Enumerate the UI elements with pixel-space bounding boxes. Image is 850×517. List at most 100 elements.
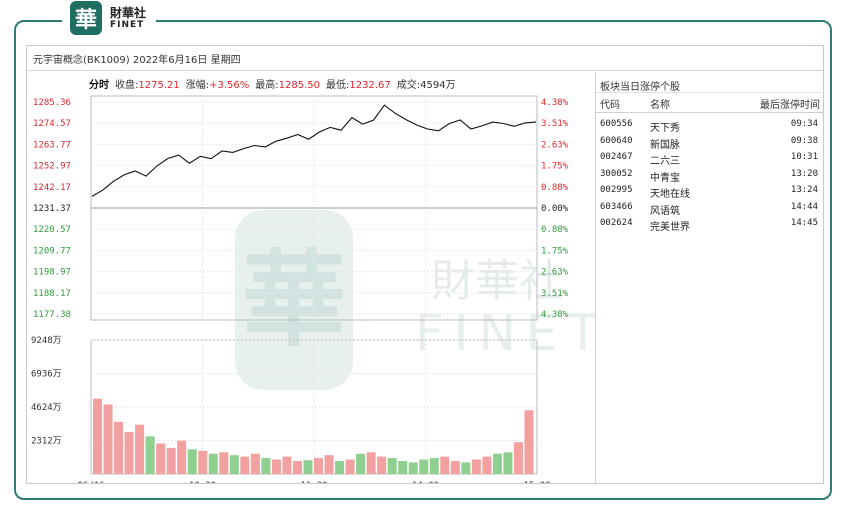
x-tick: 15:00 <box>523 481 550 483</box>
volume-bar <box>93 398 103 474</box>
volume-bar <box>450 460 460 474</box>
pct-tick: 0.88% <box>541 183 569 193</box>
volume-bar <box>124 431 134 474</box>
volume-bar <box>492 453 502 474</box>
info-chg: +3.56% <box>209 80 249 91</box>
stock-code: 002624 <box>600 218 633 228</box>
volume-bar <box>503 452 513 474</box>
price-line <box>91 104 537 197</box>
watermark-glyph: 華 <box>242 238 346 361</box>
panel-divider <box>27 70 823 71</box>
limit-time: 09:38 <box>790 135 818 146</box>
volume-bar <box>513 442 523 474</box>
panel-title: 元宇宙概念(BK1009) 2022年6月16日 星期四 <box>33 55 241 66</box>
pct-tick: 3.51% <box>541 289 569 299</box>
list-item[interactable]: 002467 二六三 10:31 <box>596 151 824 167</box>
logo-badge: 華 <box>70 1 102 35</box>
volume-bar <box>429 458 439 474</box>
stock-name: 二六三 <box>650 156 680 167</box>
x-tick: 06/16 <box>77 481 104 483</box>
info-high: 1285.50 <box>279 80 320 91</box>
volume-bar <box>145 436 155 474</box>
price-tick: 1274.57 <box>33 119 71 129</box>
stock-name: 中青宝 <box>650 172 680 184</box>
info-low: 1232.67 <box>349 80 390 91</box>
x-tick: 11:30 <box>300 481 327 483</box>
pct-tick: 3.51% <box>541 119 569 129</box>
volume-bar <box>219 452 229 474</box>
volume-bar <box>408 462 418 474</box>
list-item[interactable]: 002995 天地在线 13:24 <box>596 184 824 200</box>
volume-bar <box>377 456 387 474</box>
info-high-label: 最高: <box>255 78 278 91</box>
col-time: 最后涨停时间 <box>760 100 820 111</box>
pct-tick: 2.63% <box>541 140 569 150</box>
volume-bar <box>440 456 450 474</box>
info-low-label: 最低: <box>326 78 349 91</box>
pct-tick: 2.63% <box>541 268 569 278</box>
volume-bar <box>524 410 534 474</box>
chart-panel: 元宇宙概念(BK1009) 2022年6月16日 星期四 華財華社 FINET 分时… <box>26 45 824 484</box>
volume-bar <box>261 458 271 474</box>
pct-tick: 1.75% <box>541 162 569 172</box>
price-tick: 1263.77 <box>33 140 71 150</box>
stock-code: 603466 <box>600 201 633 212</box>
stock-code: 002995 <box>600 185 633 195</box>
volume-bar <box>398 460 408 474</box>
stock-name: 新国脉 <box>650 139 680 151</box>
list-item[interactable]: 600556 天下秀 09:34 <box>596 118 824 134</box>
finet-logo: 華 財華社 FINET <box>62 0 157 36</box>
volume-bar <box>208 453 218 474</box>
price-tick: 1242.17 <box>33 183 71 193</box>
volume-bar <box>240 456 250 474</box>
volume-bar <box>482 456 492 474</box>
price-tick: 1252.97 <box>33 162 71 172</box>
volume-bar <box>198 450 208 474</box>
volume-bar <box>303 460 313 474</box>
pct-tick: 1.75% <box>541 246 569 256</box>
volume-bar <box>250 453 260 474</box>
info-chg-label: 涨幅: <box>186 78 209 91</box>
limit-time: 10:31 <box>790 152 818 162</box>
price-tick: 1231.37 <box>33 204 71 214</box>
info-fen: 分时 <box>89 78 109 91</box>
volume-bar <box>292 460 302 474</box>
x-tick: 10:30 <box>189 481 216 483</box>
volume-bar <box>187 449 197 474</box>
price-tick: 1198.97 <box>33 268 71 278</box>
volume-bar <box>114 421 124 474</box>
stock-code: 002467 <box>600 152 633 162</box>
limit-time: 13:20 <box>790 168 818 179</box>
stock-code: 600556 <box>600 119 633 129</box>
volume-bar <box>366 452 376 474</box>
volume-bar <box>356 453 366 474</box>
pct-tick: 4.38% <box>541 310 569 320</box>
volume-bar <box>229 455 239 474</box>
stock-name: 天地在线 <box>650 189 690 200</box>
volume-bar <box>324 455 334 474</box>
list-item[interactable]: 300052 中青宝 13:20 <box>596 168 824 184</box>
limit-up-list: 板块当日涨停个股 代码 名称 最后涨停时间 600556 天下秀 09:34 6006… <box>595 72 824 483</box>
volume-bar <box>156 443 166 474</box>
volume-bar <box>103 404 113 474</box>
volume-tick: 2312万 <box>31 437 62 447</box>
volume-bar <box>335 460 345 474</box>
x-tick: 14:00 <box>412 481 439 483</box>
list-item[interactable]: 002624 完美世界 14:45 <box>596 217 824 233</box>
stock-name: 完美世界 <box>650 222 690 233</box>
price-tick: 1188.17 <box>33 289 71 299</box>
limit-list-header-divider <box>596 112 824 113</box>
info-close: 1275.21 <box>138 80 179 91</box>
volume-bar <box>177 440 187 474</box>
col-code: 代码 <box>600 100 620 111</box>
stock-name: 风语筑 <box>650 205 680 217</box>
volume-bar <box>282 456 292 474</box>
limit-time: 09:34 <box>790 119 818 129</box>
list-item[interactable]: 603466 风语筑 14:44 <box>596 201 824 217</box>
limit-time: 13:24 <box>790 185 818 195</box>
price-tick: 1177.38 <box>33 310 71 320</box>
watermark-cn: 財華社 <box>431 256 563 307</box>
volume-bar <box>461 462 471 474</box>
list-item[interactable]: 600640 新国脉 09:38 <box>596 135 824 151</box>
limit-time: 14:44 <box>790 201 818 212</box>
